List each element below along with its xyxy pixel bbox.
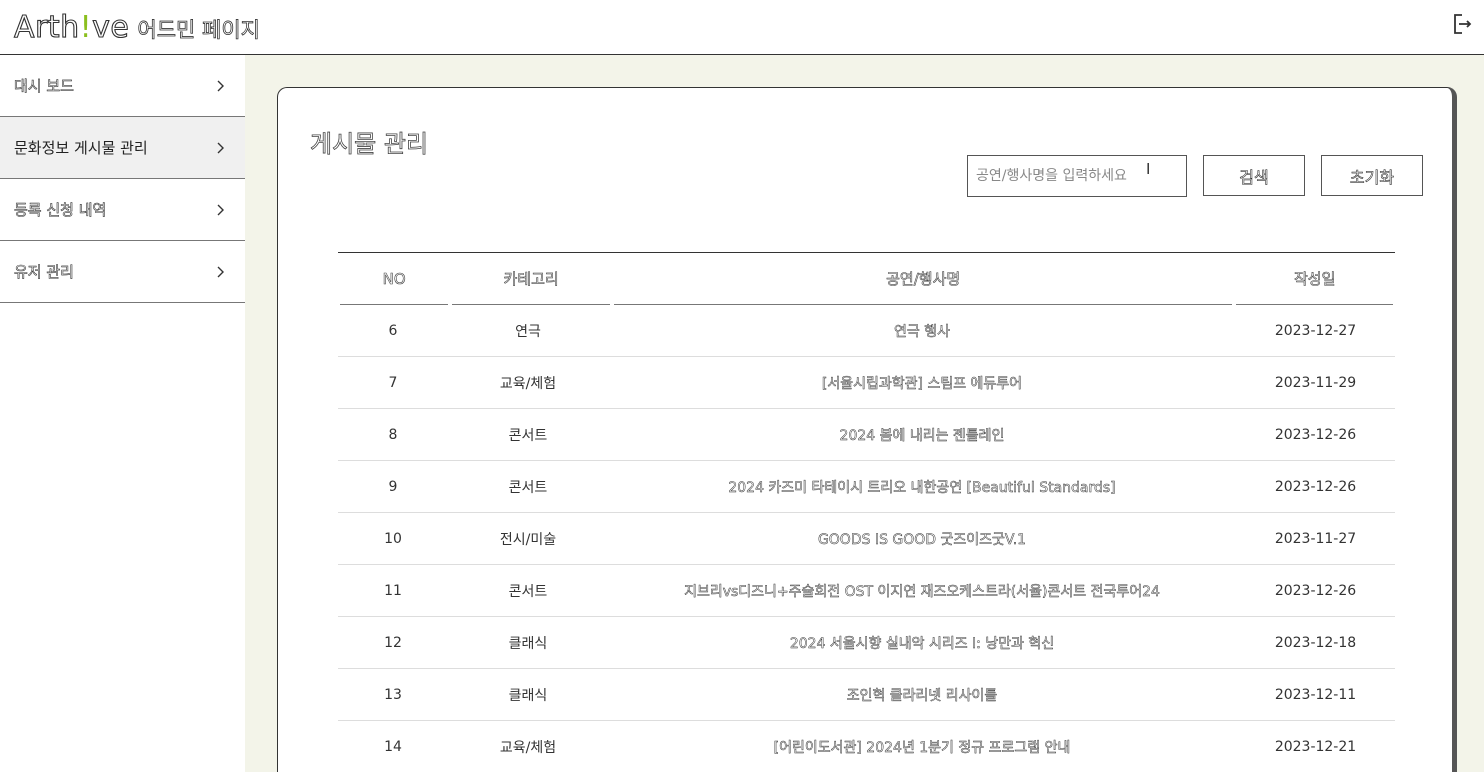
row-no: 9	[338, 461, 448, 513]
row-category: 콘서트	[448, 461, 608, 513]
row-date: 2023-12-11	[1236, 669, 1395, 721]
row-no: 7	[338, 357, 448, 409]
row-no: 12	[338, 617, 448, 669]
row-category: 연극	[448, 305, 608, 357]
row-no: 14	[338, 721, 448, 772]
chevron-right-icon	[217, 80, 224, 91]
sidebar-item-dashboard[interactable]: 대시 보드	[0, 55, 245, 117]
chevron-right-icon	[217, 266, 224, 277]
chevron-right-icon	[217, 142, 224, 153]
row-date: 2023-12-26	[1236, 461, 1395, 513]
text-cursor-icon: I	[1146, 160, 1151, 178]
row-title: 연극 행사	[608, 305, 1236, 357]
row-title: 2024 카즈미 타테이시 트리오 내한공연 [Beautiful Standa…	[608, 461, 1236, 513]
logout-icon[interactable]	[1450, 12, 1474, 36]
admin-page-subtitle: 어드민 페이지	[137, 18, 260, 43]
sidebar-item-label: 대시 보드	[14, 77, 75, 96]
row-no: 6	[338, 305, 448, 357]
page-title: 게시물 관리	[310, 130, 429, 159]
sidebar-item-users[interactable]: 유저 관리	[0, 241, 245, 303]
logo[interactable]: Arth!ve 어드민 페이지	[13, 9, 260, 45]
posts-table: NO 카테고리 공연/행사명 작성일 6 연극 연극 행사 2023-12-27 7 교육…	[338, 252, 1395, 772]
row-date: 2023-12-26	[1236, 565, 1395, 617]
table-row[interactable]: 13 클래식 조인혁 클라리넷 리사이틀 2023-12-11	[338, 669, 1395, 721]
column-header-date: 작성일	[1236, 253, 1393, 305]
table-row[interactable]: 7 교육/체험 [서울시립과학관] 스팀프 에듀투어 2023-11-29	[338, 357, 1395, 409]
row-title: 2024 서울시향 실내악 시리즈 I: 낭만과 혁신	[608, 617, 1236, 669]
sidebar-item-label: 등록 신청 내역	[14, 201, 107, 220]
sidebar-item-label: 문화정보 게시물 관리	[14, 139, 148, 157]
row-title: [어린이도서관] 2024년 1분기 정규 프로그램 안내	[608, 721, 1236, 772]
table-row[interactable]: 12 클래식 2024 서울시향 실내악 시리즈 I: 낭만과 혁신 2023-12-…	[338, 617, 1395, 669]
column-header-no: NO	[340, 253, 449, 305]
reset-button[interactable]: 초기화	[1321, 155, 1423, 196]
row-category: 전시/미술	[448, 513, 608, 565]
header: Arth!ve 어드민 페이지	[0, 0, 1484, 55]
table-header-row: NO 카테고리 공연/행사명 작성일	[338, 253, 1395, 305]
column-header-title: 공연/행사명	[613, 253, 1233, 305]
row-no: 10	[338, 513, 448, 565]
row-title: GOODS IS GOOD 굿즈이즈굿V.1	[608, 513, 1236, 565]
row-category: 콘서트	[448, 409, 608, 461]
row-date: 2023-12-26	[1236, 409, 1395, 461]
row-date: 2023-11-29	[1236, 357, 1395, 409]
table-row[interactable]: 8 콘서트 2024 봄에 내리는 젠틀레인 2023-12-26	[338, 409, 1395, 461]
table-row[interactable]: 14 교육/체험 [어린이도서관] 2024년 1분기 정규 프로그램 안내 2023…	[338, 721, 1395, 772]
search-input[interactable]	[967, 155, 1187, 197]
row-date: 2023-11-27	[1236, 513, 1395, 565]
logo-text: Arth!ve	[13, 9, 130, 45]
content-card: 게시물 관리 I 검색 초기화 NO 카테고리 공연/행사명 작성일 6연극연극…	[277, 87, 1457, 772]
table-row[interactable]: 6 연극 연극 행사 2023-12-27	[338, 305, 1395, 357]
row-category: 클래식	[448, 617, 608, 669]
column-header-category: 카테고리	[452, 253, 610, 305]
row-title: 조인혁 클라리넷 리사이틀	[608, 669, 1236, 721]
row-category: 클래식	[448, 669, 608, 721]
main-area: 게시물 관리 I 검색 초기화 NO 카테고리 공연/행사명 작성일 6연극연극…	[245, 55, 1484, 772]
sidebar-item-posts[interactable]: 문화정보 게시물 관리	[0, 117, 245, 179]
row-title: 지브리vs디즈니+주술회전 OST 이지연 재즈오케스트라(서울)콘서트 전국투…	[608, 565, 1236, 617]
row-title: [서울시립과학관] 스팀프 에듀투어	[608, 357, 1236, 409]
row-date: 2023-12-21	[1236, 721, 1395, 772]
row-date: 2023-12-27	[1236, 305, 1395, 357]
row-category: 콘서트	[448, 565, 608, 617]
row-title: 2024 봄에 내리는 젠틀레인	[608, 409, 1236, 461]
row-date: 2023-12-18	[1236, 617, 1395, 669]
table-row[interactable]: 11 콘서트 지브리vs디즈니+주술회전 OST 이지연 재즈오케스트라(서울)콘서…	[338, 565, 1395, 617]
row-category: 교육/체험	[448, 721, 608, 772]
chevron-right-icon	[217, 204, 224, 215]
row-category: 교육/체험	[448, 357, 608, 409]
row-no: 8	[338, 409, 448, 461]
sidebar: 대시 보드 문화정보 게시물 관리 등록 신청 내역 유저 관리	[0, 55, 245, 772]
sidebar-item-registrations[interactable]: 등록 신청 내역	[0, 179, 245, 241]
sidebar-item-label: 유저 관리	[14, 263, 75, 282]
row-no: 11	[338, 565, 448, 617]
table-body: 6 연극 연극 행사 2023-12-27 7 교육/체험 [서울시립과학관] 스팀프 에듀…	[338, 305, 1395, 772]
row-no: 13	[338, 669, 448, 721]
table-row[interactable]: 9 콘서트 2024 카즈미 타테이시 트리오 내한공연 [Beautiful St…	[338, 461, 1395, 513]
table-row[interactable]: 10 전시/미술 GOODS IS GOOD 굿즈이즈굿V.1 2023-11-27	[338, 513, 1395, 565]
search-button[interactable]: 검색	[1203, 155, 1305, 196]
